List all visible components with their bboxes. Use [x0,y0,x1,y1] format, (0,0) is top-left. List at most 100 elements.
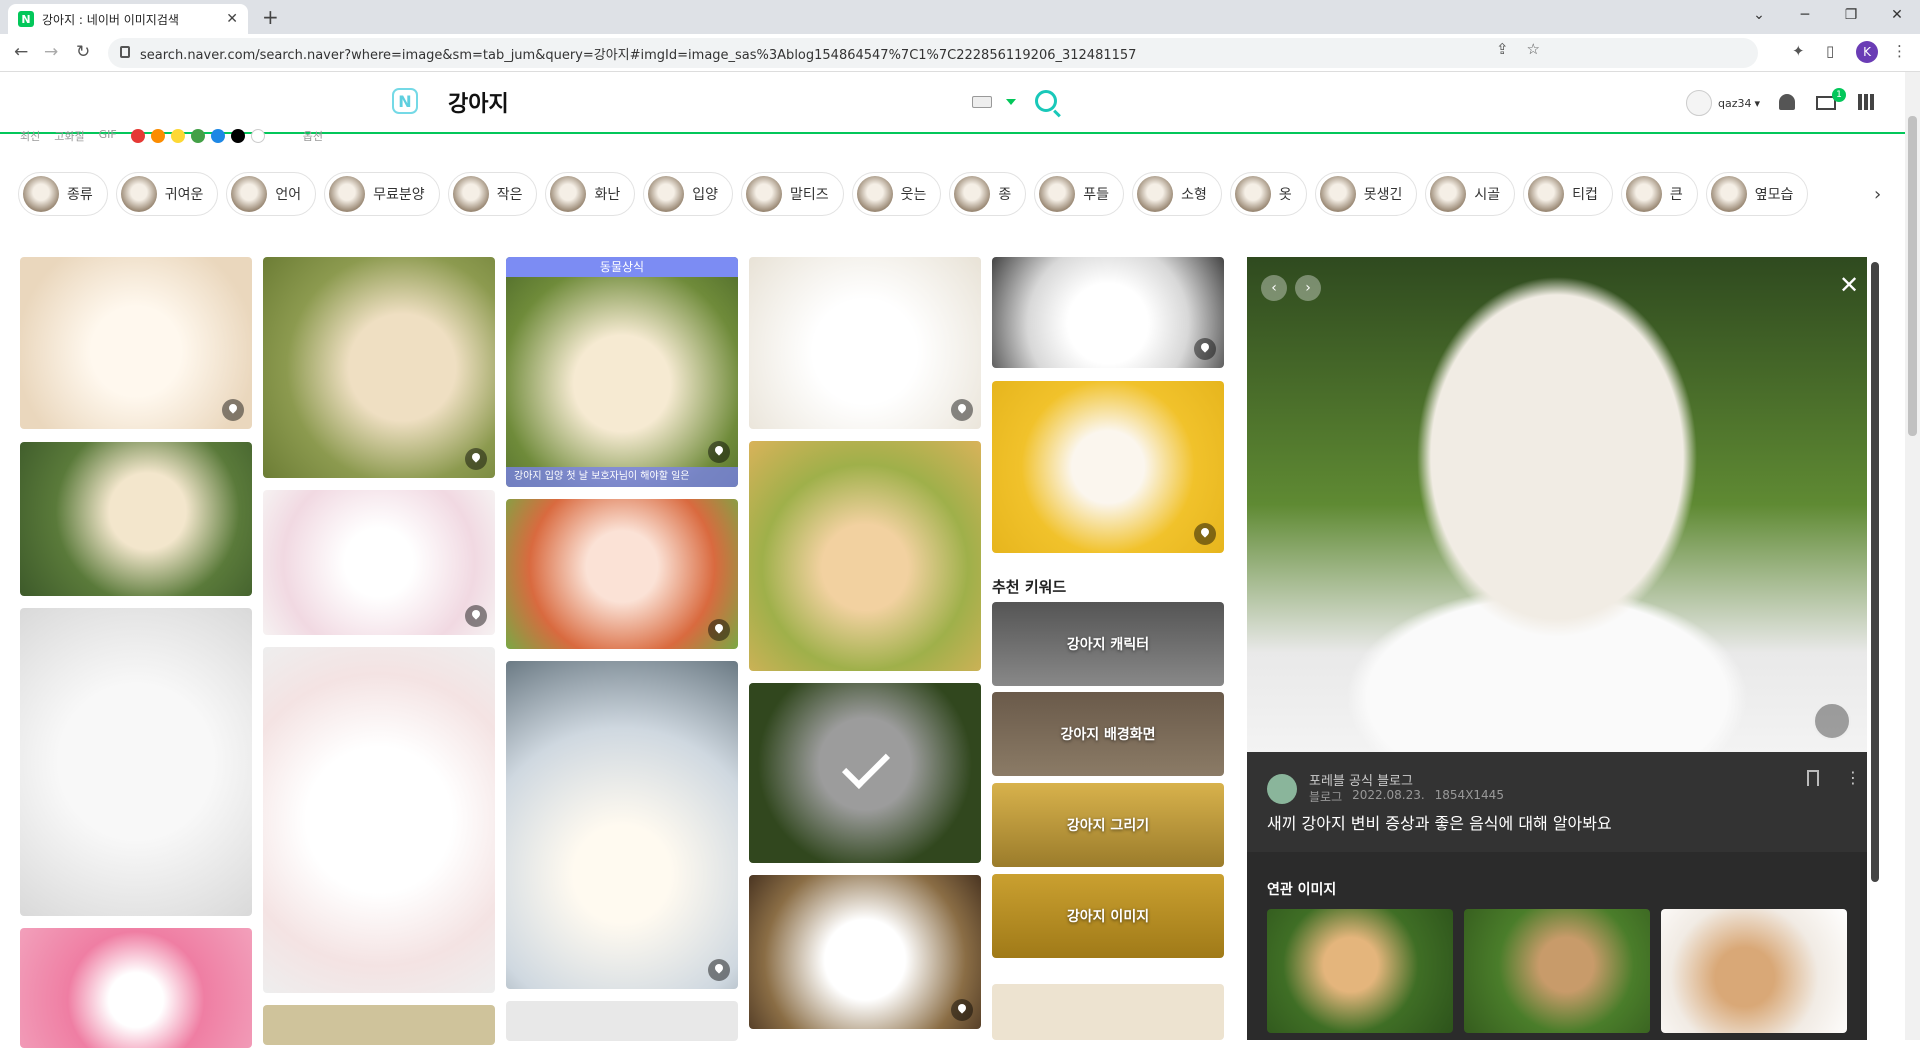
user-menu[interactable]: qaz34 ▾ [1686,90,1760,116]
color-black[interactable] [230,129,245,143]
color-white[interactable] [250,129,265,143]
image-result[interactable] [749,257,981,429]
side-panel-icon[interactable]: ▯ [1826,42,1834,60]
close-tab-icon[interactable]: ✕ [226,11,238,27]
image-meta: 블로그 2022.08.23. 1854X1445 [1309,788,1504,805]
chip-ugly[interactable]: 못생긴 [1314,172,1418,216]
chip-maltese[interactable]: 말티즈 [741,172,844,216]
forward-icon[interactable]: → [44,42,58,62]
filter-latest[interactable]: 최신 [20,128,40,144]
chip-small[interactable]: 작은 [447,172,538,216]
image-title[interactable]: 새끼 강아지 변비 증상과 좋은 음식에 대해 알아봐요 [1267,810,1612,834]
color-green[interactable] [190,129,205,143]
filter-gif[interactable]: GIF [99,128,117,144]
chip-language[interactable]: 언어 [226,172,317,216]
extensions-icon[interactable]: ✦ [1792,42,1805,60]
viewer-image[interactable] [1247,257,1867,752]
chip-country[interactable]: 시골 [1425,172,1516,216]
chip-label: 큰 [1669,187,1683,203]
filter-hd[interactable]: 고화질 [54,128,84,144]
page-scrollbar[interactable] [1905,72,1920,1040]
related-image[interactable] [1661,909,1847,1033]
reload-icon[interactable]: ↻ [76,42,90,62]
apps-grid-icon[interactable] [1858,94,1874,110]
chip-smiling[interactable]: 웃는 [851,172,942,216]
image-result[interactable] [992,984,1224,1040]
scrollbar-thumb[interactable] [1908,116,1917,436]
color-red[interactable] [130,129,145,143]
tab-search-icon[interactable]: ⌄ [1736,0,1782,30]
image-result[interactable] [263,1005,495,1045]
image-result[interactable] [263,257,495,478]
user-caret-icon: ▾ [1754,96,1761,110]
back-icon[interactable]: ← [14,42,28,62]
lens-search-icon[interactable] [1813,702,1851,740]
related-image[interactable] [1464,909,1650,1033]
image-result[interactable] [992,257,1224,368]
chip-free-adoption[interactable]: 무료분양 [324,172,440,216]
recommend-keyword[interactable]: 강아지 그리기 [992,783,1224,867]
chip-side-profile[interactable]: 옆모습 [1705,172,1809,216]
chip-types[interactable]: 종류 [18,172,108,216]
chevron-down-icon[interactable] [1006,99,1016,105]
chip-angry[interactable]: 화난 [545,172,636,216]
image-result[interactable] [20,608,252,916]
chip-cute[interactable]: 귀여운 [115,172,219,216]
profile-avatar[interactable]: K [1856,41,1878,63]
search-query[interactable]: 강아지 [448,86,509,118]
recommend-keyword[interactable]: 강아지 이미지 [992,874,1224,958]
chip-thumbnail [1710,176,1747,212]
image-result[interactable] [20,928,252,1048]
image-result[interactable] [749,875,981,1029]
close-viewer-icon[interactable]: ✕ [1839,273,1859,297]
chip-poodle[interactable]: 푸들 [1034,172,1125,216]
url-text: search.naver.com/search.naver?where=imag… [140,47,1137,63]
image-result-selected[interactable] [749,683,981,863]
image-result[interactable] [263,647,495,993]
close-window-icon[interactable]: ✕ [1874,0,1920,30]
chip-clothes[interactable]: 옷 [1229,172,1307,216]
keyboard-icon[interactable] [972,96,992,108]
more-options-icon[interactable]: ⋮ [1845,768,1861,787]
bookmark-icon[interactable] [1807,770,1819,786]
image-result[interactable]: 동물상식 강아지 입양 첫 날 보호자님이 해야할 일은 [506,257,738,487]
minimize-icon[interactable]: ─ [1782,0,1828,30]
image-result[interactable] [263,490,495,635]
image-result[interactable] [749,441,981,671]
chip-teacup[interactable]: 티컵 [1523,172,1613,216]
chip-small-size[interactable]: 소형 [1132,172,1222,216]
viewer-scrollbar[interactable] [1871,262,1879,882]
chip-big[interactable]: 큰 [1620,172,1698,216]
image-result[interactable] [506,1001,738,1041]
related-image[interactable] [1267,909,1453,1033]
share-icon[interactable]: ⇪ [1496,40,1509,58]
bell-icon[interactable] [1779,94,1795,110]
source-name[interactable]: 포레블 공식 블로그 [1309,770,1413,789]
image-result[interactable] [20,442,252,596]
image-result[interactable] [20,257,252,429]
chip-adopt[interactable]: 입양 [643,172,733,216]
image-result[interactable] [992,381,1224,553]
next-image-icon[interactable]: › [1295,275,1321,301]
image-result[interactable] [506,661,738,989]
image-result[interactable] [506,499,738,649]
prev-image-icon[interactable]: ‹ [1261,275,1287,301]
restore-icon[interactable]: ❐ [1828,0,1874,30]
chip-breed[interactable]: 종 [949,172,1027,216]
recommend-keyword[interactable]: 강아지 캐릭터 [992,602,1224,686]
chevron-right-icon[interactable]: › [1874,184,1881,205]
naver-logo-icon[interactable]: N [392,88,418,114]
color-orange[interactable] [150,129,165,143]
bookmark-star-icon[interactable]: ☆ [1527,40,1540,58]
new-tab-icon[interactable]: + [262,5,279,29]
keyword-chips: 종류 귀여운 언어 무료분양 작은 화난 입양 말티즈 웃는 종 푸들 소형 옷… [18,172,1888,218]
color-yellow[interactable] [170,129,185,143]
browser-tab[interactable]: N 강아지 : 네이버 이미지검색 ✕ [8,4,248,34]
chip-label: 종류 [67,187,93,203]
recommend-keyword[interactable]: 강아지 배경화면 [992,692,1224,776]
filter-option[interactable]: 옵션 [303,128,323,144]
search-icon[interactable] [1035,90,1057,112]
recommend-keywords-title: 추천 키워드 [992,578,1067,596]
color-blue[interactable] [210,129,225,143]
browser-menu-icon[interactable]: ⋮ [1892,42,1907,60]
